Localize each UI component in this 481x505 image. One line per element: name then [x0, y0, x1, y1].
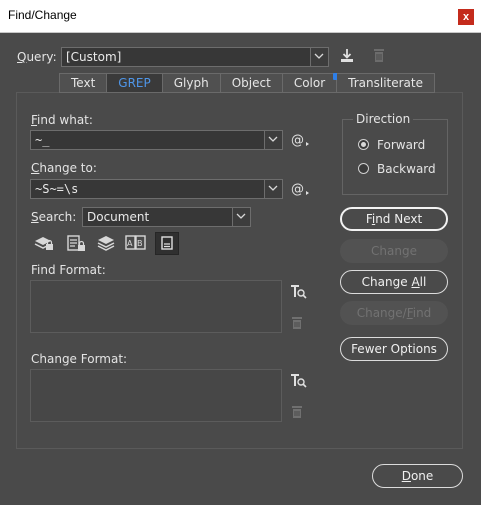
- find-what-label: Find what:: [31, 113, 93, 127]
- find-what-value: ~_: [35, 133, 50, 147]
- change-to-label: Change to:: [31, 161, 97, 175]
- search-label: Search:: [31, 210, 77, 224]
- svg-text:@: @: [291, 182, 304, 197]
- tab-text[interactable]: Text: [59, 73, 108, 93]
- tab-grep[interactable]: GREP: [107, 73, 163, 93]
- tab-glyph[interactable]: Glyph: [162, 73, 221, 93]
- find-format-box[interactable]: [30, 280, 282, 333]
- special-characters-find-icon[interactable]: @: [291, 132, 311, 151]
- change-to-value: ~S~=\s: [35, 182, 79, 196]
- change-button[interactable]: Change: [340, 239, 448, 263]
- find-next-button[interactable]: Find Next: [340, 207, 448, 231]
- close-button[interactable]: x: [458, 9, 474, 25]
- clear-change-format-icon: [291, 405, 303, 422]
- svg-text:B: B: [137, 239, 143, 248]
- change-format-box[interactable]: [30, 369, 282, 422]
- include-master-pages-icon[interactable]: AB: [125, 234, 147, 255]
- query-value: [Custom]: [66, 50, 122, 64]
- search-scope-value: Document: [87, 210, 150, 224]
- query-label: Query:: [17, 50, 57, 64]
- backward-radio[interactable]: [358, 163, 369, 174]
- change-to-field[interactable]: ~S~=\s: [30, 179, 283, 199]
- chevron-down-icon[interactable]: [232, 208, 250, 226]
- include-locked-layers-icon[interactable]: [34, 234, 54, 255]
- query-select[interactable]: [Custom]: [61, 47, 329, 67]
- svg-text:A: A: [127, 239, 133, 248]
- specify-change-format-icon[interactable]: [289, 372, 307, 393]
- tab-bar: Text GREP Glyph Object Color Translitera…: [59, 73, 435, 93]
- direction-label: Direction: [353, 112, 414, 126]
- include-footnotes-icon[interactable]: [155, 232, 179, 255]
- find-what-field[interactable]: ~_: [30, 130, 283, 150]
- include-hidden-layers-icon[interactable]: [96, 234, 116, 255]
- backward-label: Backward: [377, 162, 436, 176]
- chevron-down-icon[interactable]: [264, 131, 282, 149]
- title-bar: Find/Change x: [0, 0, 481, 33]
- include-locked-stories-icon[interactable]: [66, 234, 86, 255]
- forward-radio[interactable]: [358, 139, 369, 150]
- specify-find-format-icon[interactable]: [289, 283, 307, 304]
- change-format-label: Change Format:: [31, 352, 128, 366]
- special-characters-change-icon[interactable]: @: [291, 181, 311, 200]
- window-title: Find/Change: [8, 8, 77, 22]
- tab-transliterate[interactable]: Transliterate: [337, 73, 435, 93]
- find-format-label: Find Format:: [31, 263, 106, 277]
- clear-find-format-icon: [291, 316, 303, 333]
- tab-color-label: Color: [293, 76, 326, 90]
- done-button[interactable]: Done: [372, 464, 463, 488]
- search-scope-select[interactable]: Document: [82, 207, 251, 227]
- direction-group: [342, 119, 448, 195]
- svg-text:@: @: [291, 133, 304, 148]
- tab-object[interactable]: Object: [220, 73, 283, 93]
- chevron-down-icon[interactable]: [310, 48, 328, 66]
- forward-label: Forward: [377, 138, 426, 152]
- save-query-icon[interactable]: [338, 47, 356, 68]
- chevron-down-icon[interactable]: [264, 180, 282, 198]
- change-find-button[interactable]: Change/Find: [340, 301, 448, 325]
- delete-query-icon: [372, 48, 386, 67]
- change-all-button[interactable]: Change All: [340, 270, 448, 294]
- tab-color[interactable]: Color: [282, 73, 341, 93]
- fewer-options-button[interactable]: Fewer Options: [340, 337, 448, 361]
